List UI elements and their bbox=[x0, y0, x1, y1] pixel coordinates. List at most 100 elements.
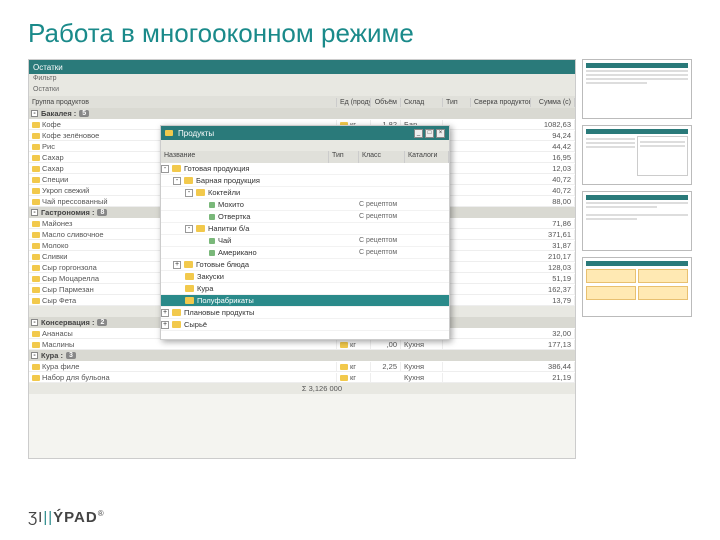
col-unit[interactable]: Ед (продукт) bbox=[337, 98, 371, 107]
toolbar-spacer: Остатки bbox=[29, 85, 575, 96]
thumbnail-4[interactable] bbox=[582, 257, 692, 317]
item-icon bbox=[32, 265, 40, 271]
tree-toggle-icon[interactable]: + bbox=[173, 261, 181, 269]
item-icon bbox=[32, 276, 40, 282]
tree-toggle-icon[interactable]: - bbox=[161, 165, 169, 173]
folder-icon bbox=[172, 321, 181, 328]
item-icon bbox=[340, 375, 348, 381]
item-icon bbox=[32, 364, 40, 370]
item-icon bbox=[32, 342, 40, 348]
main-screenshot-area: Остатки Фильтр Остатки Группа продуктов … bbox=[28, 59, 576, 459]
collapse-icon[interactable]: - bbox=[31, 319, 38, 326]
item-icon bbox=[32, 133, 40, 139]
tree-row[interactable]: -Готовая продукция bbox=[161, 163, 449, 175]
tree-col-name[interactable]: Название bbox=[161, 151, 329, 163]
tree-row[interactable]: МохитоС рецептом bbox=[161, 199, 449, 211]
folder-icon bbox=[185, 285, 194, 292]
tree-toggle-icon[interactable]: + bbox=[161, 321, 169, 329]
logo: ƷI||ÝPAD® bbox=[28, 509, 105, 526]
products-toolbar[interactable] bbox=[161, 140, 449, 151]
tree-row[interactable]: +Сырьё bbox=[161, 319, 449, 331]
tree-row[interactable]: +Плановые продукты bbox=[161, 307, 449, 319]
window-titlebar-front[interactable]: Продукты _ □ × bbox=[161, 126, 449, 140]
col-date[interactable]: Сверка продуктов bbox=[471, 98, 531, 107]
item-icon bbox=[209, 214, 215, 220]
folder-icon bbox=[184, 177, 193, 184]
col-group[interactable]: Группа продуктов bbox=[29, 98, 337, 107]
item-icon bbox=[32, 298, 40, 304]
products-tree[interactable]: -Готовая продукция-Барная продукция-Кокт… bbox=[161, 163, 449, 339]
tree-header: Название Тип Класс Каталоги bbox=[161, 151, 449, 163]
tree-toggle-icon[interactable]: - bbox=[185, 189, 193, 197]
tree-row[interactable]: АмериканоС рецептом bbox=[161, 247, 449, 259]
content-area: Остатки Фильтр Остатки Группа продуктов … bbox=[28, 59, 692, 459]
grid-header: Группа продуктов Ед (продукт) Объём Скла… bbox=[29, 96, 575, 108]
maximize-button[interactable]: □ bbox=[425, 129, 434, 138]
window-titlebar-back[interactable]: Остатки bbox=[29, 60, 575, 74]
tree-row[interactable]: -Напитки б/а bbox=[161, 223, 449, 235]
folder-icon bbox=[172, 165, 181, 172]
slide-title: Работа в многооконном режиме bbox=[28, 18, 692, 49]
item-icon bbox=[32, 375, 40, 381]
products-window[interactable]: Продукты _ □ × Название Тип Класс Катало… bbox=[160, 125, 450, 340]
item-icon bbox=[32, 287, 40, 293]
table-row[interactable]: Маслиныкг,00Кухня177,13 bbox=[29, 339, 575, 350]
col-sum[interactable]: Сумма (с) bbox=[531, 98, 575, 107]
item-icon bbox=[32, 166, 40, 172]
item-icon bbox=[32, 232, 40, 238]
tree-row[interactable]: ОтверткаС рецептом bbox=[161, 211, 449, 223]
item-icon bbox=[32, 221, 40, 227]
tree-col-class[interactable]: Класс bbox=[359, 151, 405, 163]
folder-icon bbox=[172, 309, 181, 316]
item-icon bbox=[209, 238, 215, 244]
tree-row[interactable]: -Коктейли bbox=[161, 187, 449, 199]
thumbnail-3[interactable] bbox=[582, 191, 692, 251]
tree-toggle-icon[interactable]: + bbox=[161, 309, 169, 317]
col-type[interactable]: Тип bbox=[443, 98, 471, 107]
tree-toggle-icon[interactable]: - bbox=[185, 225, 193, 233]
minimize-button[interactable]: _ bbox=[414, 129, 423, 138]
item-icon bbox=[340, 364, 348, 370]
close-button[interactable]: × bbox=[436, 129, 445, 138]
item-icon bbox=[209, 250, 215, 256]
collapse-icon[interactable]: - bbox=[31, 110, 38, 117]
tree-toggle-icon[interactable]: - bbox=[173, 177, 181, 185]
col-volume[interactable]: Объём bbox=[371, 98, 401, 107]
folder-icon bbox=[184, 261, 193, 268]
item-icon bbox=[32, 243, 40, 249]
tree-row[interactable]: Кура bbox=[161, 283, 449, 295]
group-row[interactable]: -Бакалея :5 bbox=[29, 108, 575, 119]
item-icon bbox=[32, 144, 40, 150]
item-icon bbox=[32, 155, 40, 161]
tree-col-catalog[interactable]: Каталоги bbox=[405, 151, 449, 163]
folder-icon bbox=[165, 130, 173, 136]
collapse-icon[interactable]: - bbox=[31, 352, 38, 359]
collapse-icon[interactable]: - bbox=[31, 209, 38, 216]
item-icon bbox=[32, 177, 40, 183]
group-row[interactable]: -Кура :3 bbox=[29, 350, 575, 361]
table-row[interactable]: Набор для бульонакгКухня21,19 bbox=[29, 372, 575, 383]
folder-icon bbox=[196, 225, 205, 232]
window-title-front: Продукты bbox=[178, 129, 214, 138]
thumbnail-strip bbox=[582, 59, 692, 459]
group-total-row: Σ 3,126 000 bbox=[29, 383, 575, 394]
table-row[interactable]: Кура филекг2,25Кухня386,44 bbox=[29, 361, 575, 372]
tree-row[interactable]: Закуски bbox=[161, 271, 449, 283]
thumbnail-1[interactable] bbox=[582, 59, 692, 119]
item-icon bbox=[32, 188, 40, 194]
item-icon bbox=[209, 202, 215, 208]
tree-row[interactable]: +Готовые блюда bbox=[161, 259, 449, 271]
folder-icon bbox=[185, 273, 194, 280]
tree-row[interactable]: ЧайС рецептом bbox=[161, 235, 449, 247]
item-icon bbox=[32, 254, 40, 260]
col-sklad[interactable]: Склад bbox=[401, 98, 443, 107]
tree-row[interactable]: -Барная продукция bbox=[161, 175, 449, 187]
window-title-back: Остатки bbox=[33, 63, 63, 72]
item-icon bbox=[340, 342, 348, 348]
thumbnail-2[interactable] bbox=[582, 125, 692, 185]
filter-bar[interactable]: Фильтр bbox=[29, 74, 575, 85]
tree-col-type[interactable]: Тип bbox=[329, 151, 359, 163]
item-icon bbox=[32, 331, 40, 337]
item-icon bbox=[32, 122, 40, 128]
tree-row[interactable]: Полуфабрикаты bbox=[161, 295, 449, 307]
